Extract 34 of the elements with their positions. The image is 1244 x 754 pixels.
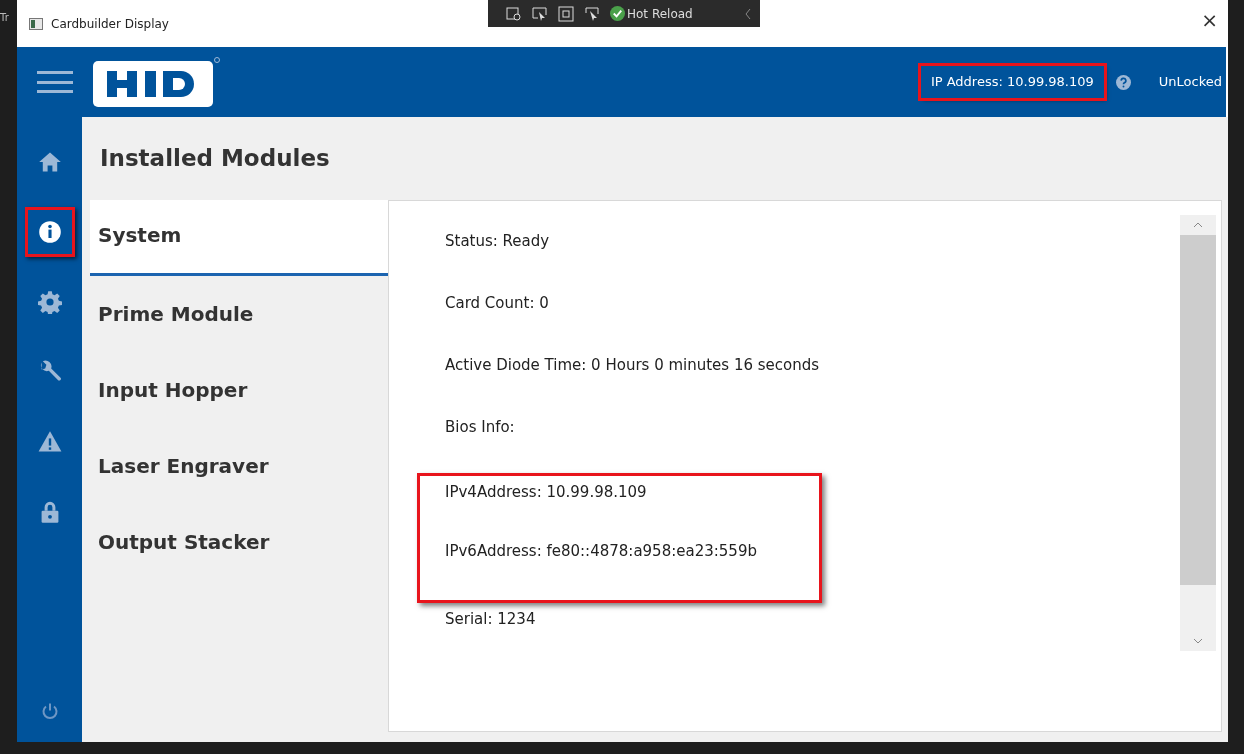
detail-text: Card Count: 0 — [445, 293, 550, 314]
scroll-down-icon[interactable] — [1192, 637, 1204, 645]
collapse-icon[interactable] — [744, 7, 752, 20]
inspect-icon[interactable] — [506, 5, 522, 22]
info-icon[interactable] — [24, 207, 75, 257]
pointer-icon[interactable] — [584, 5, 600, 22]
hot-reload-label[interactable]: Hot Reload — [627, 4, 693, 23]
help-icon[interactable] — [1115, 74, 1131, 90]
detail-text: Bios Info: — [445, 417, 516, 438]
scroll-thumb[interactable] — [1180, 235, 1216, 585]
select-element-icon[interactable] — [532, 5, 548, 22]
scroll-up-icon[interactable] — [1192, 221, 1204, 229]
module-tab[interactable]: Output Stacker — [90, 504, 388, 580]
close-button[interactable]: × — [1197, 10, 1222, 30]
menu-icon[interactable] — [37, 71, 73, 93]
detail-text: Status: Ready — [445, 231, 551, 252]
ip-address: IP Address: 10.99.98.109 — [920, 66, 1104, 98]
detail-text: IPv6Address: fe80::4878:a958:ea23:559b — [445, 541, 758, 562]
power-icon[interactable] — [40, 702, 59, 720]
app-icon — [29, 17, 43, 30]
background-text: Tr — [0, 11, 9, 25]
module-tab[interactable]: Prime Module — [90, 276, 388, 352]
module-tab[interactable]: System — [90, 200, 388, 276]
page-title: Installed Modules — [100, 144, 330, 174]
scrollbar[interactable] — [1180, 215, 1216, 651]
module-tab[interactable]: Input Hopper — [90, 352, 388, 428]
window-title: Cardbuilder Display — [51, 15, 169, 33]
check-icon — [610, 6, 625, 21]
lock-status: UnLocked — [1158, 73, 1222, 92]
detail-text: Active Diode Time: 0 Hours 0 minutes 16 seconds — [445, 355, 821, 376]
detail-text: IPv4Address: 10.99.98.109 — [445, 482, 648, 503]
detail-text: Serial: 1234 — [445, 609, 537, 630]
frame-icon[interactable] — [558, 5, 574, 22]
module-tab[interactable]: Laser Engraver — [90, 428, 388, 504]
